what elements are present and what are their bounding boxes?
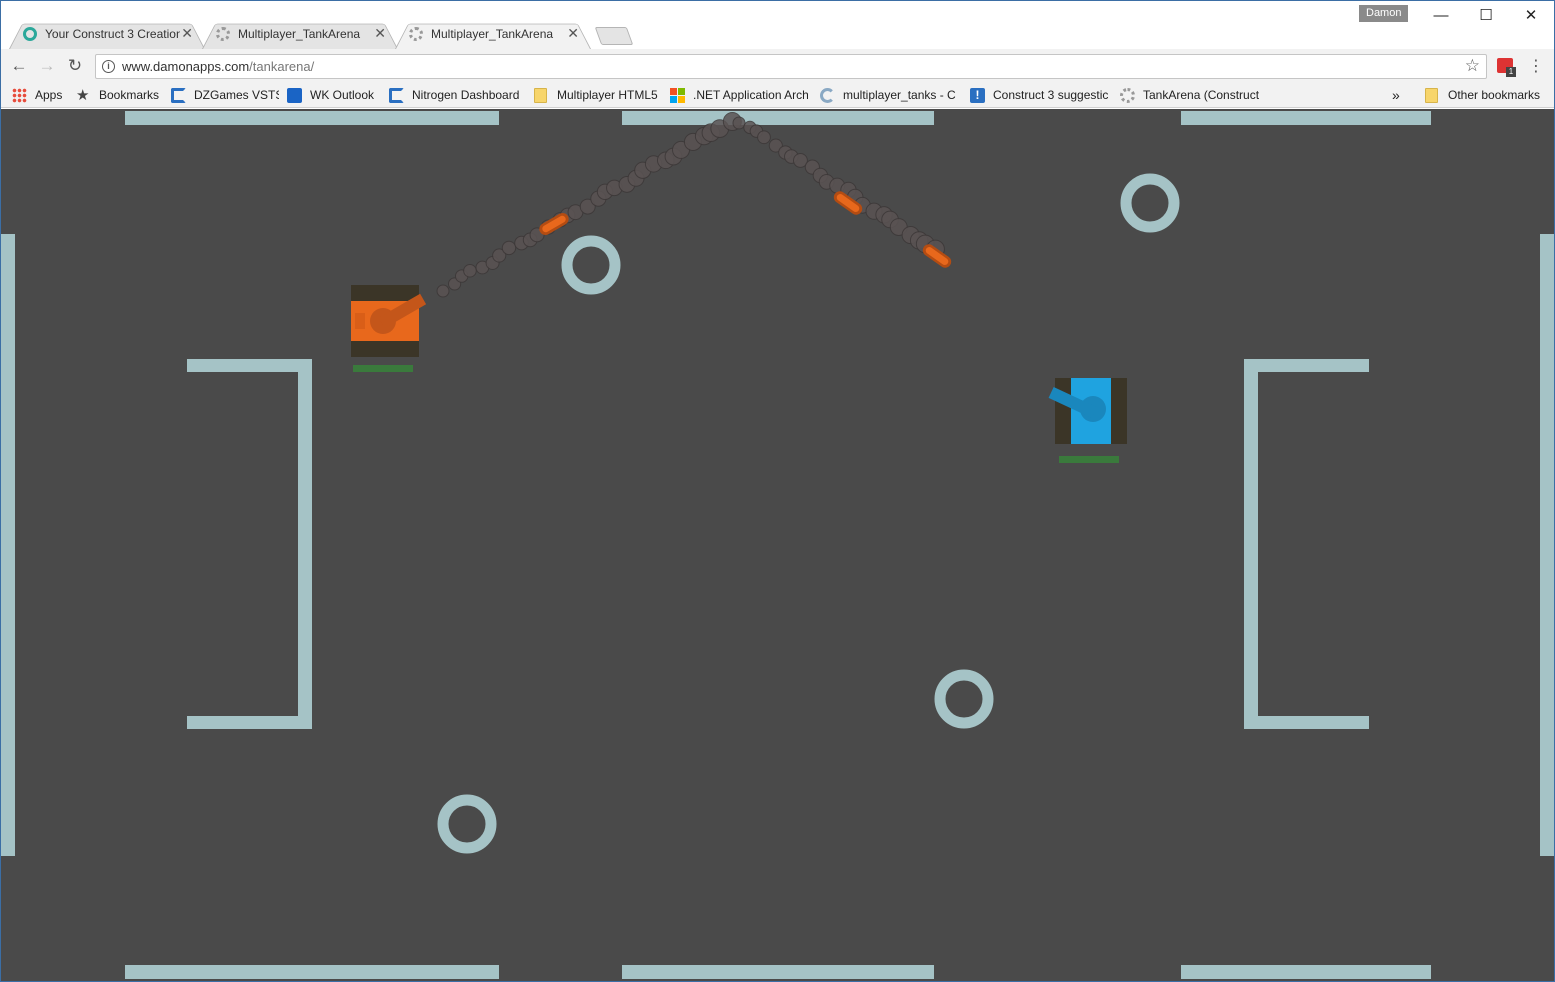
construct-icon bbox=[23, 27, 37, 41]
close-window-button[interactable]: ✕ bbox=[1511, 5, 1551, 27]
reload-icon: ↻ bbox=[67, 56, 83, 75]
tab-label: Your Construct 3 Creations bbox=[45, 27, 180, 41]
tab-label: Multiplayer_TankArena bbox=[238, 27, 361, 41]
maximize-button[interactable]: ☐ bbox=[1466, 5, 1506, 27]
ring-obstacle bbox=[561, 235, 621, 295]
bookmark-label: Other bookmarks bbox=[1448, 88, 1541, 102]
bookmark-label: Multiplayer HTML5 bbox=[557, 88, 658, 102]
vsts-icon bbox=[389, 88, 404, 103]
smoke-puff bbox=[501, 240, 517, 256]
projectile bbox=[539, 213, 569, 235]
bookmark-multiplayer-tanks[interactable]: multiplayer_tanks - C bbox=[820, 87, 958, 105]
bookmarks-overflow-button[interactable]: » bbox=[1392, 87, 1406, 105]
smoke-puff bbox=[463, 263, 477, 278]
gear-icon bbox=[409, 27, 423, 41]
tab-tankarena-2[interactable]: Multiplayer_TankArena ✕ bbox=[395, 19, 591, 49]
smoke-puff bbox=[757, 130, 771, 145]
orange-tank bbox=[351, 285, 427, 357]
forward-button[interactable]: → bbox=[37, 56, 57, 76]
game-canvas[interactable] bbox=[1, 109, 1554, 981]
smoke-puff bbox=[732, 116, 746, 130]
bookmark-wk-outlook[interactable]: WK Outlook bbox=[287, 87, 380, 105]
apps-grid-icon bbox=[12, 88, 27, 103]
health-bar-blue bbox=[1059, 456, 1119, 463]
wall-top-right bbox=[1181, 111, 1431, 125]
folder-icon bbox=[534, 88, 547, 103]
star-icon: ★ bbox=[76, 87, 90, 104]
bookmark-label: multiplayer_tanks - C bbox=[843, 88, 956, 102]
menu-kebab-icon[interactable]: ⋮ bbox=[1528, 56, 1544, 76]
gear-icon bbox=[1120, 88, 1135, 103]
wall-bottom-center bbox=[622, 965, 934, 979]
bookmark-construct-3-suggestions[interactable]: ! Construct 3 suggestic bbox=[970, 87, 1110, 105]
minimize-button[interactable]: — bbox=[1421, 5, 1461, 27]
exclamation-icon: ! bbox=[970, 88, 985, 103]
address-bar[interactable]: i www.damonapps.com/tankarena/ ☆ bbox=[95, 54, 1487, 79]
bookmark-nitrogen-dashboard[interactable]: Nitrogen Dashboard bbox=[389, 87, 525, 105]
gear-icon bbox=[216, 27, 230, 41]
wall-left-edge bbox=[1, 234, 15, 856]
windows-icon bbox=[670, 88, 685, 103]
arrow-right-icon: → bbox=[38, 56, 56, 75]
bookmark-label: Apps bbox=[35, 88, 63, 102]
wall-top-center bbox=[622, 111, 934, 125]
url-text[interactable]: www.damonapps.com/tankarena/ bbox=[122, 59, 314, 74]
construct-icon bbox=[820, 88, 835, 103]
tab-tankarena-1[interactable]: Multiplayer_TankArena ✕ bbox=[202, 19, 398, 49]
folder-icon bbox=[1425, 88, 1438, 103]
bookmark-apps[interactable]: Apps bbox=[12, 87, 72, 105]
close-icon[interactable]: ✕ bbox=[374, 25, 386, 42]
bookmark-label: TankArena (Construct bbox=[1143, 88, 1260, 102]
wall-top-left bbox=[125, 111, 499, 125]
ring-obstacle bbox=[1120, 173, 1180, 233]
profile-badge[interactable]: Damon bbox=[1359, 5, 1409, 22]
other-bookmarks[interactable]: Other bookmarks bbox=[1425, 87, 1549, 105]
wall-right-edge bbox=[1540, 234, 1554, 856]
health-bar-orange bbox=[353, 365, 413, 372]
bookmark-label: .NET Application Arch bbox=[693, 88, 808, 102]
arrow-left-icon: ← bbox=[10, 56, 28, 75]
bookmark-label: Construct 3 suggestic bbox=[993, 88, 1109, 102]
bracket-wall-left bbox=[187, 359, 312, 729]
bookmarks-bar: Apps ★ Bookmarks DZGames VSTS WK Outlook… bbox=[1, 83, 1554, 108]
info-icon[interactable]: i bbox=[102, 60, 115, 73]
chevron-double-right-icon: » bbox=[1392, 87, 1400, 103]
ring-obstacle bbox=[437, 794, 497, 854]
browser-toolbar: ← → ↻ i www.damonapps.com/tankarena/ ☆ 1… bbox=[1, 49, 1554, 83]
browser-window: Your Construct 3 Creations ✕ Multiplayer… bbox=[0, 0, 1555, 982]
wall-bottom-left bbox=[125, 965, 499, 979]
bookmark-label: WK Outlook bbox=[310, 88, 375, 102]
bookmark-net-application-arch[interactable]: .NET Application Arch bbox=[670, 87, 808, 105]
bookmark-label: Nitrogen Dashboard bbox=[412, 88, 520, 102]
wall-bottom-right bbox=[1181, 965, 1431, 979]
vsts-icon bbox=[171, 88, 186, 103]
extension-icon[interactable]: 1 bbox=[1497, 58, 1516, 77]
smoke-trail bbox=[436, 112, 945, 298]
outlook-icon bbox=[287, 88, 302, 103]
bracket-wall-right bbox=[1244, 359, 1369, 729]
bookmark-label: Bookmarks bbox=[99, 88, 160, 102]
new-tab-button[interactable] bbox=[594, 27, 634, 45]
bookmark-star-icon[interactable]: ☆ bbox=[1465, 56, 1480, 76]
extension-badge: 1 bbox=[1506, 67, 1516, 77]
url-path: /tankarena/ bbox=[249, 59, 315, 74]
tab-label: Multiplayer_TankArena bbox=[431, 27, 554, 41]
blue-tank bbox=[1048, 378, 1127, 444]
ring-obstacle bbox=[934, 669, 994, 729]
reload-button[interactable]: ↻ bbox=[65, 56, 85, 76]
tab-strip: Your Construct 3 Creations ✕ Multiplayer… bbox=[1, 1, 1554, 49]
bookmark-multiplayer-html5[interactable]: Multiplayer HTML5 bbox=[534, 87, 662, 105]
arena-svg bbox=[1, 111, 1554, 979]
bookmark-bookmarks[interactable]: ★ Bookmarks bbox=[76, 87, 166, 105]
bookmark-dzgames-vsts[interactable]: DZGames VSTS bbox=[171, 87, 279, 105]
tab-construct-creations[interactable]: Your Construct 3 Creations ✕ bbox=[9, 19, 205, 49]
back-button[interactable]: ← bbox=[9, 56, 29, 76]
close-icon[interactable]: ✕ bbox=[181, 25, 193, 42]
smoke-puff bbox=[436, 284, 450, 298]
bookmark-label: DZGames VSTS bbox=[194, 88, 279, 102]
close-icon[interactable]: ✕ bbox=[567, 25, 579, 42]
bookmark-tankarena-construct[interactable]: TankArena (Construct bbox=[1120, 87, 1260, 105]
url-host: www.damonapps.com bbox=[122, 59, 250, 74]
